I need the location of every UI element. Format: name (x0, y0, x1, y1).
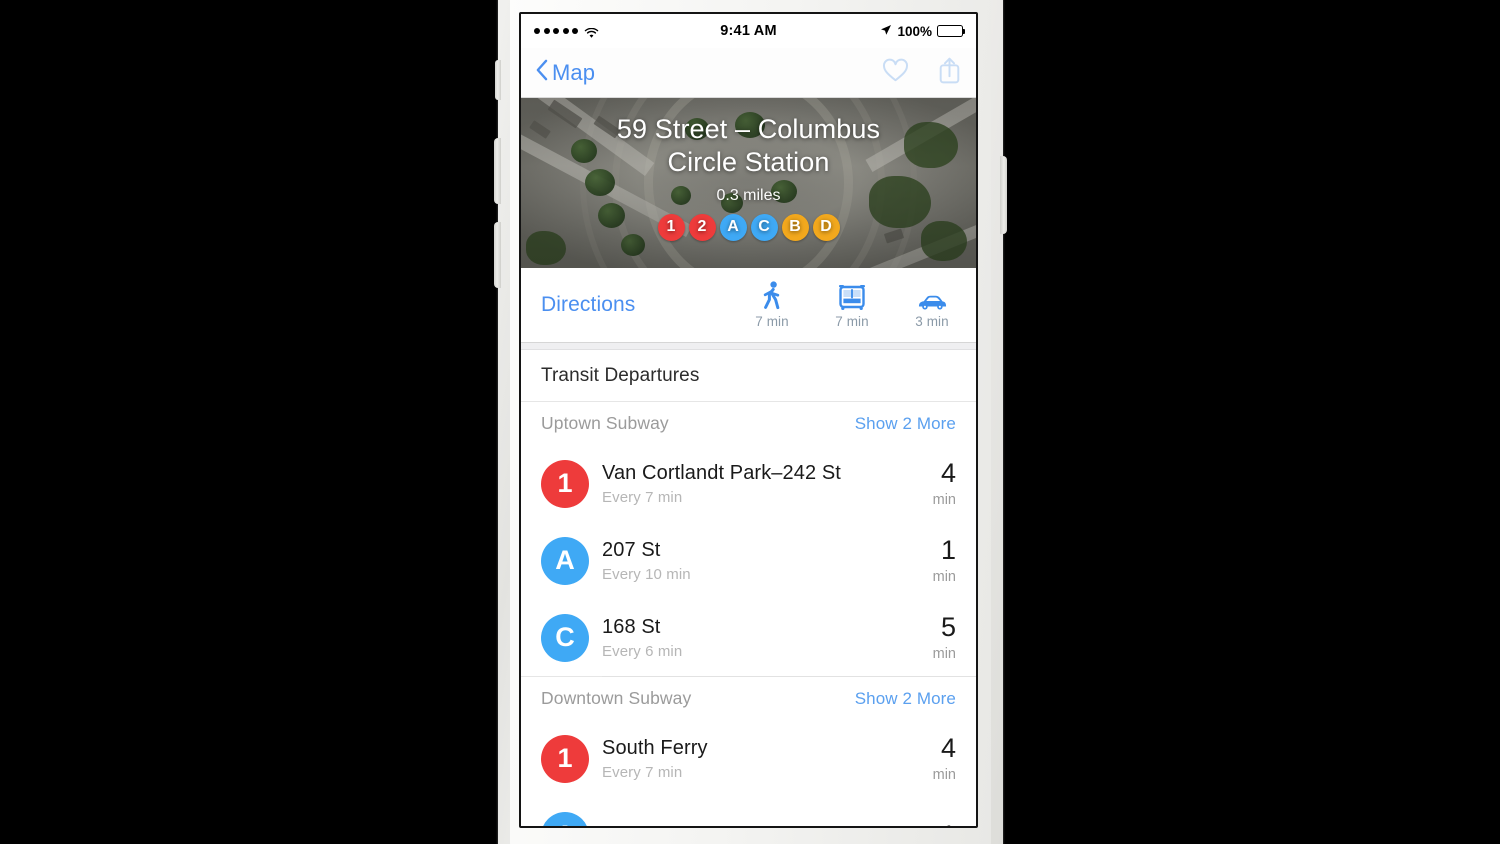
share-icon[interactable] (937, 56, 962, 90)
navigation-bar: Map (521, 48, 976, 98)
subway-line-badge: C (541, 613, 589, 662)
departure-destination: South Ferry (602, 736, 708, 759)
subway-line-badge: C (750, 213, 778, 241)
car-icon (917, 281, 948, 311)
status-bar-right: 100% (777, 23, 966, 39)
station-distance: 0.3 miles (716, 186, 781, 204)
hero-text-block: 59 Street – Columbus Circle Station 0.3 … (521, 98, 976, 268)
departure-row[interactable]: A Rockaway Park Beach–116 St 1 (521, 797, 976, 827)
transit-time: 7 min (835, 314, 869, 329)
subway-line-badges: 12ACBD (657, 213, 840, 241)
section-divider-band (521, 343, 976, 350)
departure-eta: 4 min (923, 732, 956, 783)
walking-time: 7 min (755, 314, 789, 329)
signal-strength-icon (534, 28, 578, 34)
departures-section-header: Downtown Subway Show 2 More (521, 676, 976, 720)
subway-line-badge: A (719, 213, 747, 241)
departure-eta-value: 1 (941, 822, 956, 827)
departures-section-header: Uptown Subway Show 2 More (521, 401, 976, 445)
status-bar-clock: 9:41 AM (720, 23, 777, 39)
bus-icon (838, 281, 866, 311)
battery-icon (937, 25, 966, 37)
transit-departures-list: Uptown Subway Show 2 More 1 Van Cortlandt P… (521, 401, 976, 827)
directions-label[interactable]: Directions (541, 293, 749, 317)
departure-frequency: Every 7 min (602, 763, 683, 781)
directions-row[interactable]: Directions 7 min 7 min 3 min (521, 268, 976, 343)
departure-row[interactable]: A 207 St Every 10 min 1 min (521, 522, 976, 599)
departure-eta-unit: min (932, 568, 956, 585)
chevron-left-icon (535, 59, 548, 87)
departure-frequency: Every 6 min (602, 642, 683, 660)
departure-eta-unit: min (932, 766, 956, 783)
wifi-icon (584, 26, 599, 38)
departure-eta: 4 min (923, 457, 956, 508)
departure-eta-value: 1 (940, 534, 956, 565)
power-button[interactable] (1000, 156, 1007, 234)
station-title-line-2: Circle Station (667, 146, 830, 177)
volume-up-button[interactable] (494, 138, 501, 204)
departure-info: Rockaway Park Beach–116 St (602, 824, 931, 826)
show-more-button[interactable]: Show 2 More (855, 689, 956, 709)
status-bar-left (534, 26, 720, 38)
departure-eta: 1 (931, 822, 956, 827)
transit-departures-title: Transit Departures (521, 350, 976, 401)
volume-down-button[interactable] (494, 222, 501, 288)
departure-eta: 5 min (923, 611, 956, 662)
walking-icon (760, 281, 784, 311)
departure-eta-unit: min (932, 491, 956, 508)
subway-line-badge: 1 (657, 213, 685, 241)
subway-line-badge: B (781, 213, 809, 241)
subway-line-badge: 1 (541, 459, 589, 508)
show-more-button[interactable]: Show 2 More (855, 414, 956, 434)
subway-line-badge: A (541, 536, 589, 585)
station-title: 59 Street – Columbus Circle Station (617, 113, 880, 179)
departure-eta-value: 5 (940, 611, 956, 642)
subway-line-badge: 2 (688, 213, 716, 241)
departure-row[interactable]: C 168 St Every 6 min 5 min (521, 599, 976, 676)
departure-destination: Van Cortlandt Park–242 St (602, 461, 841, 484)
travel-mode-walking[interactable]: 7 min (749, 281, 795, 329)
departure-eta: 1 min (923, 534, 956, 585)
presentation-slide: 9:41 AM 100% Map 59 Street – Columbus Ci… (0, 0, 1500, 844)
departure-frequency: Every 10 min (602, 565, 691, 583)
subway-line-badge: A (541, 811, 589, 826)
back-button-label: Map (552, 59, 596, 85)
departure-row[interactable]: 1 Van Cortlandt Park–242 St Every 7 min 4 mi… (521, 445, 976, 522)
battery-percent-label: 100% (897, 23, 932, 39)
subway-line-badge: D (812, 213, 840, 241)
heart-icon[interactable] (882, 58, 909, 88)
travel-mode-transit[interactable]: 7 min (829, 281, 875, 329)
departure-row[interactable]: 1 South Ferry Every 7 min 4 min (521, 720, 976, 797)
location-arrow-icon (880, 23, 892, 39)
iphone-device-frame: 9:41 AM 100% Map 59 Street – Columbus Ci… (494, 0, 1007, 844)
departures-section-name: Uptown Subway (541, 413, 669, 433)
departure-eta-unit: min (932, 645, 956, 662)
departure-frequency: Every 7 min (602, 488, 683, 506)
mute-switch-button[interactable] (495, 60, 501, 100)
travel-mode-options: 7 min 7 min 3 min (749, 281, 955, 329)
departure-eta-value: 4 (940, 732, 956, 763)
departures-section-name: Downtown Subway (541, 688, 692, 708)
departure-destination: Rockaway Park Beach–116 St (602, 824, 931, 826)
back-to-map-button[interactable]: Map (535, 59, 595, 87)
station-title-line-1: 59 Street – Columbus (616, 114, 881, 144)
subway-line-badge: 1 (541, 734, 589, 783)
travel-mode-driving[interactable]: 3 min (909, 281, 955, 329)
departure-eta-value: 4 (940, 457, 956, 488)
departure-info: Van Cortlandt Park–242 St Every 7 min (602, 462, 923, 506)
station-hero-photo[interactable]: 59 Street – Columbus Circle Station 0.3 … (521, 98, 976, 268)
departure-info: 168 St Every 6 min (602, 616, 923, 660)
phone-screen: 9:41 AM 100% Map 59 Street – Columbus Ci… (519, 12, 978, 828)
status-bar: 9:41 AM 100% (521, 14, 976, 48)
nav-actions (882, 56, 962, 90)
departure-info: South Ferry Every 7 min (602, 737, 923, 781)
departure-info: 207 St Every 10 min (602, 539, 923, 583)
departure-destination: 168 St (602, 615, 661, 638)
driving-time: 3 min (915, 314, 949, 329)
departure-destination: 207 St (602, 538, 661, 561)
